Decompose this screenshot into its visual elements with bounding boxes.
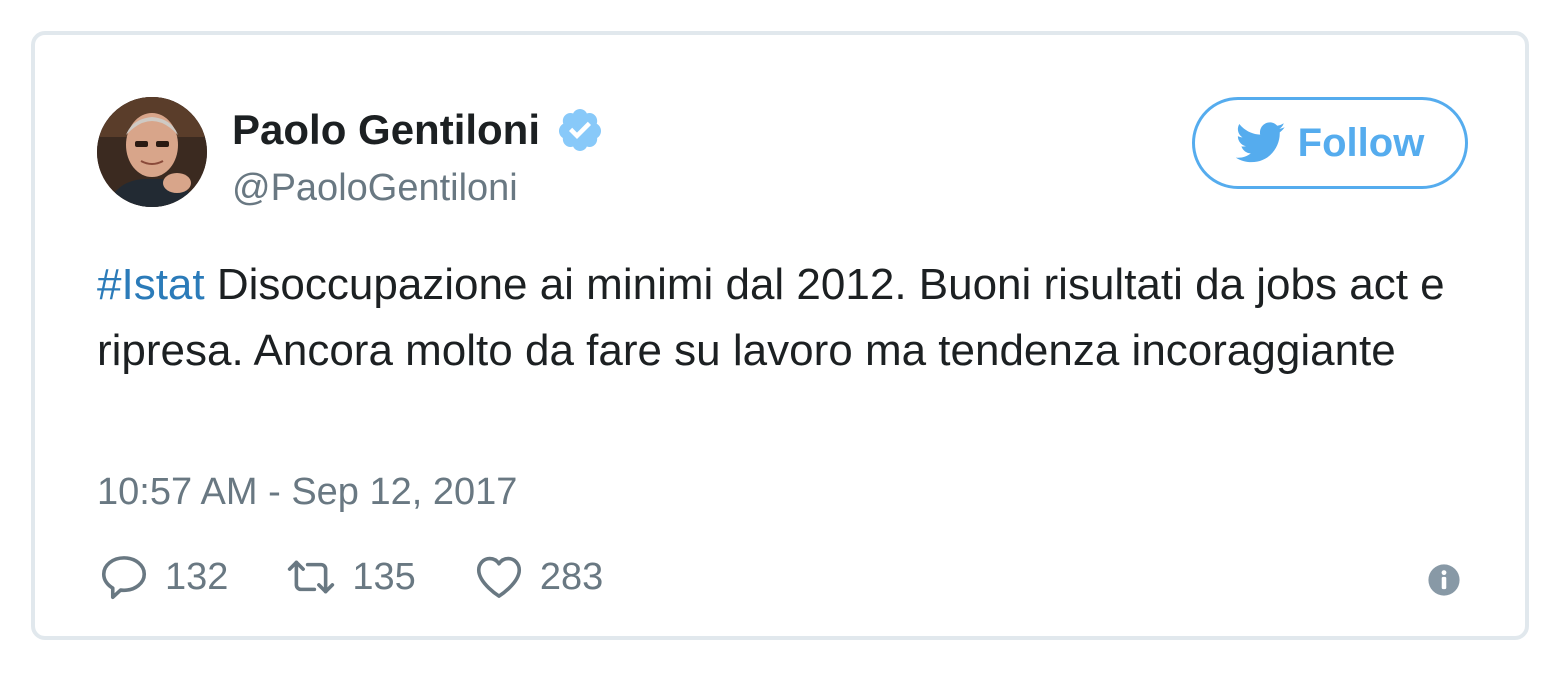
reply-icon — [101, 556, 147, 600]
heart-icon — [476, 556, 521, 598]
hashtag-link[interactable]: #Istat — [97, 260, 205, 309]
tweet-actions: 132 135 283 — [97, 550, 659, 604]
retweet-button[interactable]: 135 — [284, 550, 416, 604]
tweet-body: Disoccupazione ai minimi dal 2012. Buoni… — [97, 260, 1445, 375]
tweet-card: Paolo Gentiloni @PaoloGentiloni Follow #… — [31, 31, 1529, 640]
verified-badge-icon — [559, 109, 602, 151]
reply-count: 132 — [165, 556, 229, 598]
tweet-text: #Istat Disoccupazione ai minimi dal 2012… — [97, 252, 1477, 384]
avatar[interactable] — [97, 97, 207, 207]
like-button[interactable]: 283 — [472, 550, 603, 604]
retweet-count: 135 — [352, 556, 416, 598]
retweet-icon — [288, 560, 335, 594]
avatar-photo — [97, 97, 207, 207]
twitter-bird-icon — [1235, 122, 1285, 163]
info-icon[interactable] — [1427, 563, 1461, 597]
follow-label: Follow — [1297, 120, 1425, 165]
follow-button[interactable]: Follow — [1192, 97, 1468, 189]
tweet-timestamp[interactable]: 10:57 AM - Sep 12, 2017 — [97, 469, 517, 515]
author-handle[interactable]: @PaoloGentiloni — [232, 165, 518, 211]
author-name-row: Paolo Gentiloni — [232, 105, 604, 155]
reply-button[interactable]: 132 — [97, 550, 228, 604]
author-name[interactable]: Paolo Gentiloni — [232, 105, 540, 155]
like-count: 283 — [539, 556, 604, 598]
